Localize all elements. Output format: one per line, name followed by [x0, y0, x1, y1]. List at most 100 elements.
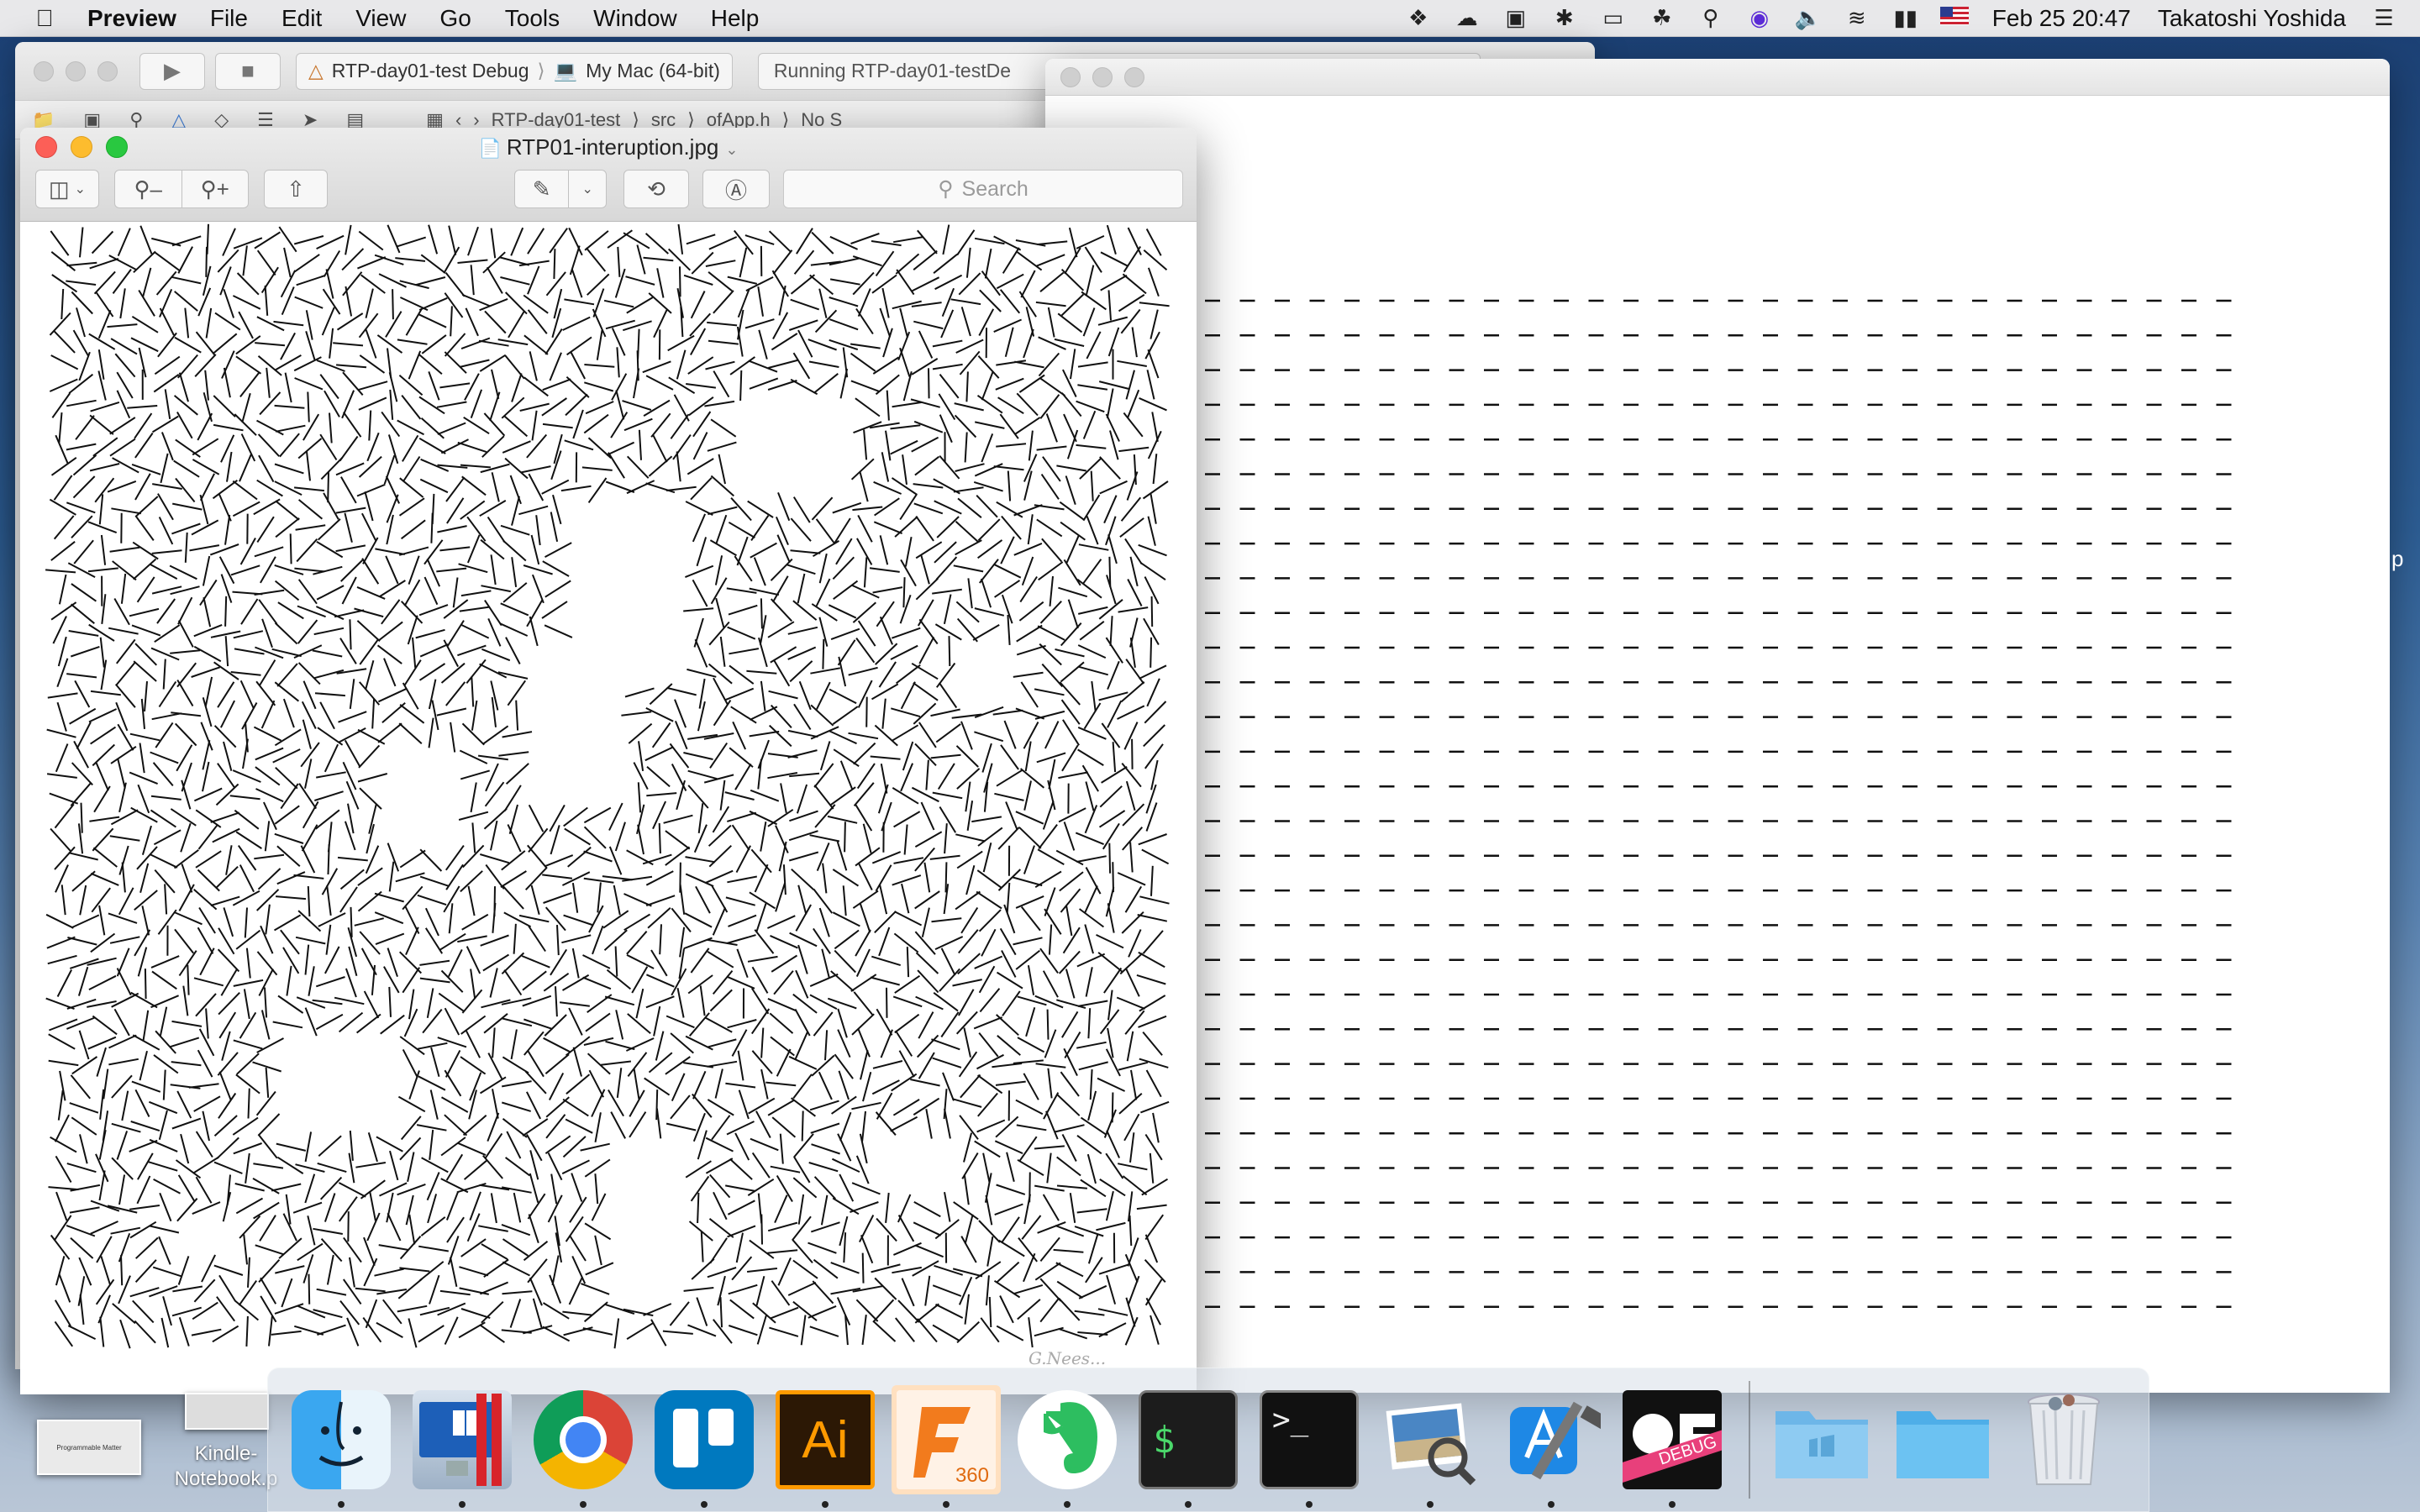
- bluetooth-icon[interactable]: ✱: [1540, 5, 1589, 31]
- artwork-stroke: [956, 1320, 980, 1344]
- desktop-file-thumbnail-kindle[interactable]: [185, 1393, 269, 1430]
- artwork-stroke: [54, 803, 75, 829]
- artwork-stroke: [502, 1261, 530, 1277]
- xcode-scheme-selector[interactable]: △ RTP-day01-test Debug ⟩ 💻 My Mac (64-bi…: [296, 52, 733, 90]
- menu-help[interactable]: Help: [694, 5, 776, 32]
- artwork-stroke: [1085, 781, 1095, 811]
- display-icon[interactable]: ▣: [1491, 5, 1540, 31]
- artwork-stroke: [50, 827, 71, 852]
- artwork-stroke: [833, 580, 859, 601]
- menu-file[interactable]: File: [193, 5, 265, 32]
- dock-illustrator[interactable]: Ai: [771, 1385, 880, 1508]
- artwork-stroke: [154, 624, 181, 643]
- artwork-stroke: [480, 1281, 508, 1295]
- dock-iterm[interactable]: $: [1134, 1385, 1243, 1508]
- preview-image-area[interactable]: G.Nees...: [20, 223, 1197, 1394]
- chevron-down-icon: ⌄: [581, 182, 593, 197]
- of-close-button[interactable]: [1060, 66, 1081, 87]
- share-button[interactable]: ⇧: [264, 170, 328, 208]
- artwork-stroke: [502, 731, 533, 738]
- notification-center-icon[interactable]: ☰: [2360, 5, 2408, 31]
- artwork-stroke: [98, 494, 104, 525]
- markup-pen-button[interactable]: ✎ ⌄: [514, 170, 607, 208]
- sidebar-toggle-button[interactable]: ◫ ⌄: [35, 170, 99, 208]
- zoom-in-icon[interactable]: ⚲+: [182, 176, 249, 202]
- dock-preview[interactable]: [1376, 1385, 1485, 1508]
- volume-icon[interactable]: 🔈: [1784, 5, 1833, 31]
- dock-openframeworks-debug[interactable]: DEBUG: [1618, 1385, 1727, 1508]
- artwork-stroke: [885, 430, 892, 461]
- menu-clock[interactable]: Feb 25 20:47: [1979, 5, 2144, 32]
- dock-finder[interactable]: [287, 1385, 396, 1508]
- artwork-stroke: [90, 872, 119, 886]
- artwork-stroke: [509, 1299, 522, 1328]
- artwork-stroke: [813, 373, 839, 394]
- search-field[interactable]: ⚲ Search: [783, 170, 1183, 208]
- artwork-stroke: [69, 707, 97, 725]
- artwork-stroke: [529, 616, 539, 647]
- artwork-stroke: [885, 1192, 890, 1223]
- artwork-stroke: [159, 307, 175, 336]
- battery-icon[interactable]: ▮▮: [1881, 5, 1930, 31]
- artwork-stroke: [1105, 413, 1120, 442]
- artwork-stroke: [111, 1122, 141, 1133]
- siri-icon[interactable]: ◉: [1735, 5, 1784, 31]
- dock-xcode[interactable]: [1497, 1385, 1606, 1508]
- artwork-stroke: [857, 288, 871, 317]
- menu-window[interactable]: Window: [576, 5, 694, 32]
- airplay-icon[interactable]: ▭: [1589, 5, 1638, 31]
- zoom-out-icon[interactable]: ⚲–: [115, 176, 182, 202]
- dock-downloads-folder[interactable]: [1888, 1385, 1997, 1494]
- markup-toolbar-button[interactable]: Ⓐ: [702, 170, 770, 208]
- menu-app-name[interactable]: Preview: [69, 5, 193, 32]
- artwork-stroke: [398, 546, 429, 556]
- dock-applications-folder[interactable]: [1767, 1385, 1876, 1494]
- artwork-stroke: [339, 435, 359, 462]
- preview-window-title[interactable]: 📄 RTP01-interuption.jpg ⌄: [20, 134, 1197, 160]
- artwork-stroke: [443, 639, 459, 668]
- spotlight-icon[interactable]: ⚲: [1686, 5, 1735, 31]
- xcode-run-button[interactable]: ▶: [139, 52, 205, 90]
- dock-trash[interactable]: [2009, 1385, 2118, 1494]
- of-minimize-button[interactable]: [1092, 66, 1113, 87]
- artwork-stroke: [818, 288, 828, 318]
- menu-view[interactable]: View: [339, 5, 423, 32]
- artwork-stroke: [728, 604, 758, 616]
- artwork-stroke: [45, 913, 74, 929]
- input-source-flag-icon[interactable]: [1930, 5, 1979, 31]
- artwork-stroke: [813, 763, 834, 788]
- dock-chrome[interactable]: [529, 1385, 638, 1508]
- artwork-stroke: [417, 1042, 448, 1050]
- artwork-stroke: [1038, 561, 1064, 581]
- artwork-stroke: [436, 567, 467, 573]
- dock-terminal[interactable]: >_: [1255, 1385, 1364, 1508]
- xcode-close-button[interactable]: [34, 60, 54, 81]
- artwork-stroke: [292, 1201, 323, 1214]
- dock-evernote[interactable]: [1013, 1385, 1122, 1508]
- artwork-stroke: [144, 681, 148, 711]
- dropbox-icon[interactable]: ❖: [1394, 5, 1443, 31]
- artwork-stroke: [58, 412, 63, 444]
- menu-edit[interactable]: Edit: [265, 5, 339, 32]
- desktop-file-thumbnail[interactable]: Programmable Matter: [37, 1420, 141, 1475]
- xcode-stop-button[interactable]: ■: [215, 52, 281, 90]
- of-zoom-button[interactable]: [1124, 66, 1144, 87]
- creative-cloud-icon[interactable]: ☁: [1443, 5, 1491, 31]
- menu-go[interactable]: Go: [423, 5, 487, 32]
- artwork-stroke: [862, 1072, 872, 1102]
- xcode-zoom-button[interactable]: [97, 60, 118, 81]
- artwork-stroke: [1117, 872, 1146, 886]
- wifi-icon[interactable]: ≋: [1833, 5, 1881, 31]
- xcode-minimize-button[interactable]: [66, 60, 86, 81]
- of-render-canvas[interactable]: [1045, 96, 2390, 1393]
- apple-menu-icon[interactable]: : [20, 5, 69, 32]
- artwork-stroke: [773, 970, 794, 995]
- dock-fusion360[interactable]: 360: [892, 1385, 1001, 1508]
- dock-parallels[interactable]: [408, 1385, 517, 1508]
- menu-tools[interactable]: Tools: [488, 5, 576, 32]
- rotate-button[interactable]: ⟲: [623, 170, 689, 208]
- evernote-status-icon[interactable]: ☘: [1638, 5, 1686, 31]
- artwork-stroke: [959, 1115, 979, 1140]
- menu-user-name[interactable]: Takatoshi Yoshida: [2144, 5, 2360, 32]
- dock-trello[interactable]: [650, 1385, 759, 1508]
